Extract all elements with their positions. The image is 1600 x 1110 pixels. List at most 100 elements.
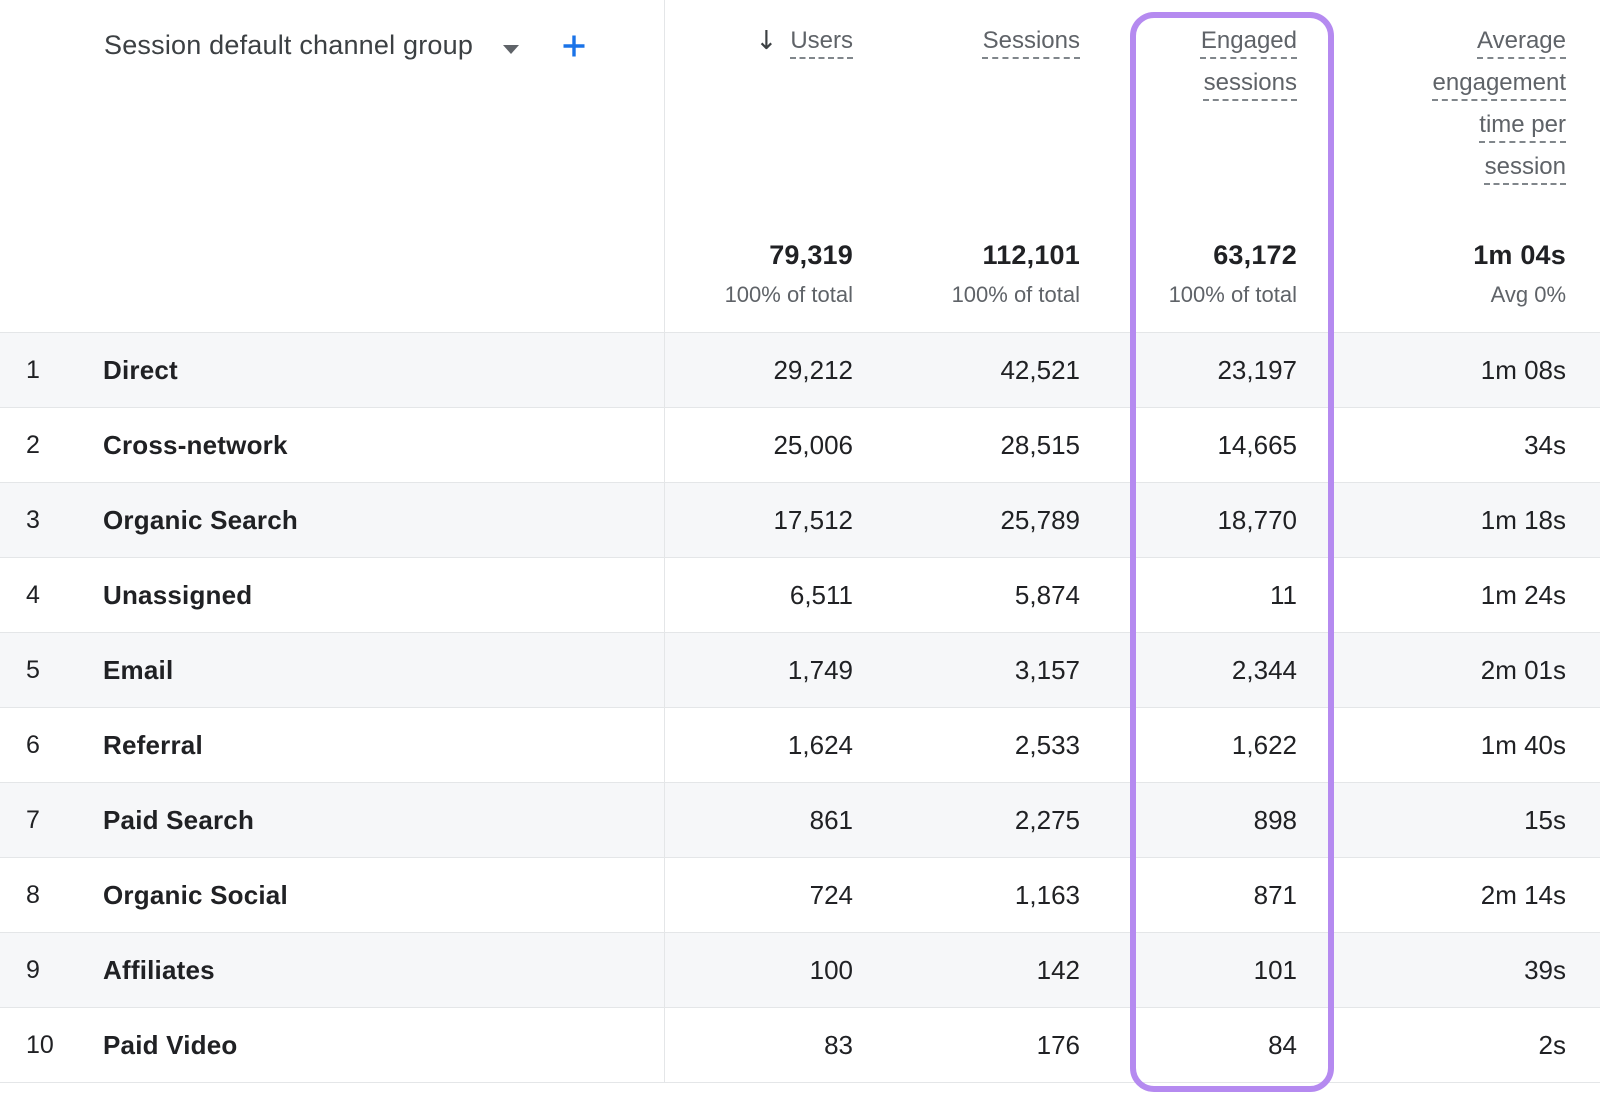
channel-name: Direct — [103, 333, 665, 407]
row-index: 9 — [0, 933, 103, 1007]
avg-engagement-value: 15s — [1329, 783, 1600, 857]
sessions-value: 25,789 — [885, 483, 1112, 557]
table-row: 1 Direct 29,212 42,521 23,197 1m 08s — [0, 332, 1600, 407]
users-value: 861 — [665, 783, 885, 857]
table-row: 9 Affiliates 100 142 101 39s — [0, 932, 1600, 1007]
users-value: 1,749 — [665, 633, 885, 707]
engaged-sessions-value: 898 — [1112, 783, 1329, 857]
avg-engagement-value: 2m 01s — [1329, 633, 1600, 707]
channel-name: Referral — [103, 708, 665, 782]
channel-name: Email — [103, 633, 665, 707]
column-divider — [664, 0, 665, 1082]
sessions-value: 28,515 — [885, 408, 1112, 482]
column-header-users[interactable]: ↓ Users — [756, 20, 853, 62]
engaged-sessions-value: 18,770 — [1112, 483, 1329, 557]
table-row: 8 Organic Social 724 1,163 871 2m 14s — [0, 857, 1600, 932]
analytics-channels-table: Session default channel group ↓ Users 79… — [0, 0, 1600, 1110]
sessions-value: 142 — [885, 933, 1112, 1007]
row-index: 3 — [0, 483, 103, 557]
column-totals-avg-engagement-time: 1m 04s Avg 0% — [1473, 240, 1566, 308]
engaged-sessions-value: 871 — [1112, 858, 1329, 932]
column-header-engaged-sessions[interactable]: Engaged sessions — [1165, 20, 1297, 104]
table-row: 4 Unassigned 6,511 5,874 11 1m 24s — [0, 557, 1600, 632]
avg-engagement-value: 1m 08s — [1329, 333, 1600, 407]
table-row: 6 Referral 1,624 2,533 1,622 1m 40s — [0, 707, 1600, 782]
dimension-selector[interactable]: Session default channel group — [104, 30, 519, 61]
total-sessions: 112,101 — [952, 240, 1080, 271]
channel-name: Organic Search — [103, 483, 665, 557]
avg-engagement-value: 34s — [1329, 408, 1600, 482]
table-body: 1 Direct 29,212 42,521 23,197 1m 08s 2 C… — [0, 332, 1600, 1083]
avg-engagement-value: 1m 18s — [1329, 483, 1600, 557]
engaged-sessions-value: 11 — [1112, 558, 1329, 632]
users-value: 17,512 — [665, 483, 885, 557]
table-row: 3 Organic Search 17,512 25,789 18,770 1m… — [0, 482, 1600, 557]
channel-name: Unassigned — [103, 558, 665, 632]
column-totals-sessions: 112,101 100% of total — [952, 240, 1080, 308]
channel-name: Cross-network — [103, 408, 665, 482]
engaged-sessions-value: 1,622 — [1112, 708, 1329, 782]
total-sessions-share: 100% of total — [952, 282, 1080, 308]
column-label-avg-engagement-time: Average engagement time per session — [1414, 20, 1566, 188]
engaged-sessions-value: 23,197 — [1112, 333, 1329, 407]
sessions-value: 2,533 — [885, 708, 1112, 782]
column-totals-users: 79,319 100% of total — [725, 240, 853, 308]
avg-engagement-value: 39s — [1329, 933, 1600, 1007]
column-avg-engagement-time: Average engagement time per session 1m 0… — [1329, 0, 1600, 332]
total-avg-engagement-time: 1m 04s — [1473, 240, 1566, 271]
table-row: 7 Paid Search 861 2,275 898 15s — [0, 782, 1600, 857]
column-users: ↓ Users 79,319 100% of total — [665, 0, 885, 332]
row-index: 4 — [0, 558, 103, 632]
table-row: 2 Cross-network 25,006 28,515 14,665 34s — [0, 407, 1600, 482]
channel-name: Affiliates — [103, 933, 665, 1007]
engaged-sessions-value: 84 — [1112, 1008, 1329, 1082]
row-index: 6 — [0, 708, 103, 782]
total-avg-engagement-share: Avg 0% — [1473, 282, 1566, 308]
column-label-users: Users — [790, 20, 853, 62]
channel-name: Paid Search — [103, 783, 665, 857]
row-index: 8 — [0, 858, 103, 932]
engaged-sessions-value: 2,344 — [1112, 633, 1329, 707]
table-row: 5 Email 1,749 3,157 2,344 2m 01s — [0, 632, 1600, 707]
column-header-sessions[interactable]: Sessions — [983, 20, 1080, 62]
avg-engagement-value: 2m 14s — [1329, 858, 1600, 932]
column-sessions: Sessions 112,101 100% of total — [885, 0, 1112, 332]
sessions-value: 5,874 — [885, 558, 1112, 632]
users-value: 29,212 — [665, 333, 885, 407]
dimension-label: Session default channel group — [104, 30, 473, 61]
row-index: 7 — [0, 783, 103, 857]
avg-engagement-value: 2s — [1329, 1008, 1600, 1082]
users-value: 1,624 — [665, 708, 885, 782]
total-engaged-sessions-share: 100% of total — [1169, 282, 1297, 308]
total-users-share: 100% of total — [725, 282, 853, 308]
row-index: 1 — [0, 333, 103, 407]
users-value: 100 — [665, 933, 885, 1007]
table-header: Session default channel group ↓ Users 79… — [0, 0, 1600, 332]
row-index: 2 — [0, 408, 103, 482]
add-dimension-button[interactable] — [561, 33, 587, 59]
column-header-avg-engagement-time[interactable]: Average engagement time per session — [1414, 20, 1566, 188]
engaged-sessions-value: 14,665 — [1112, 408, 1329, 482]
column-label-sessions: Sessions — [983, 20, 1080, 62]
row-index: 10 — [0, 1008, 103, 1082]
table-row: 10 Paid Video 83 176 84 2s — [0, 1007, 1600, 1082]
users-value: 6,511 — [665, 558, 885, 632]
avg-engagement-value: 1m 24s — [1329, 558, 1600, 632]
caret-down-icon — [503, 45, 519, 54]
sessions-value: 176 — [885, 1008, 1112, 1082]
row-index: 5 — [0, 633, 103, 707]
total-users: 79,319 — [725, 240, 853, 271]
channel-name: Organic Social — [103, 858, 665, 932]
sessions-value: 1,163 — [885, 858, 1112, 932]
column-label-engaged-sessions: Engaged sessions — [1165, 20, 1297, 104]
users-value: 83 — [665, 1008, 885, 1082]
engaged-sessions-value: 101 — [1112, 933, 1329, 1007]
dimension-header-cell: Session default channel group — [0, 0, 665, 332]
sessions-value: 2,275 — [885, 783, 1112, 857]
channel-name: Paid Video — [103, 1008, 665, 1082]
sessions-value: 42,521 — [885, 333, 1112, 407]
column-engaged-sessions: Engaged sessions 63,172 100% of total — [1112, 0, 1329, 332]
column-totals-engaged-sessions: 63,172 100% of total — [1169, 240, 1297, 308]
sessions-value: 3,157 — [885, 633, 1112, 707]
sort-descending-icon: ↓ — [756, 20, 778, 62]
